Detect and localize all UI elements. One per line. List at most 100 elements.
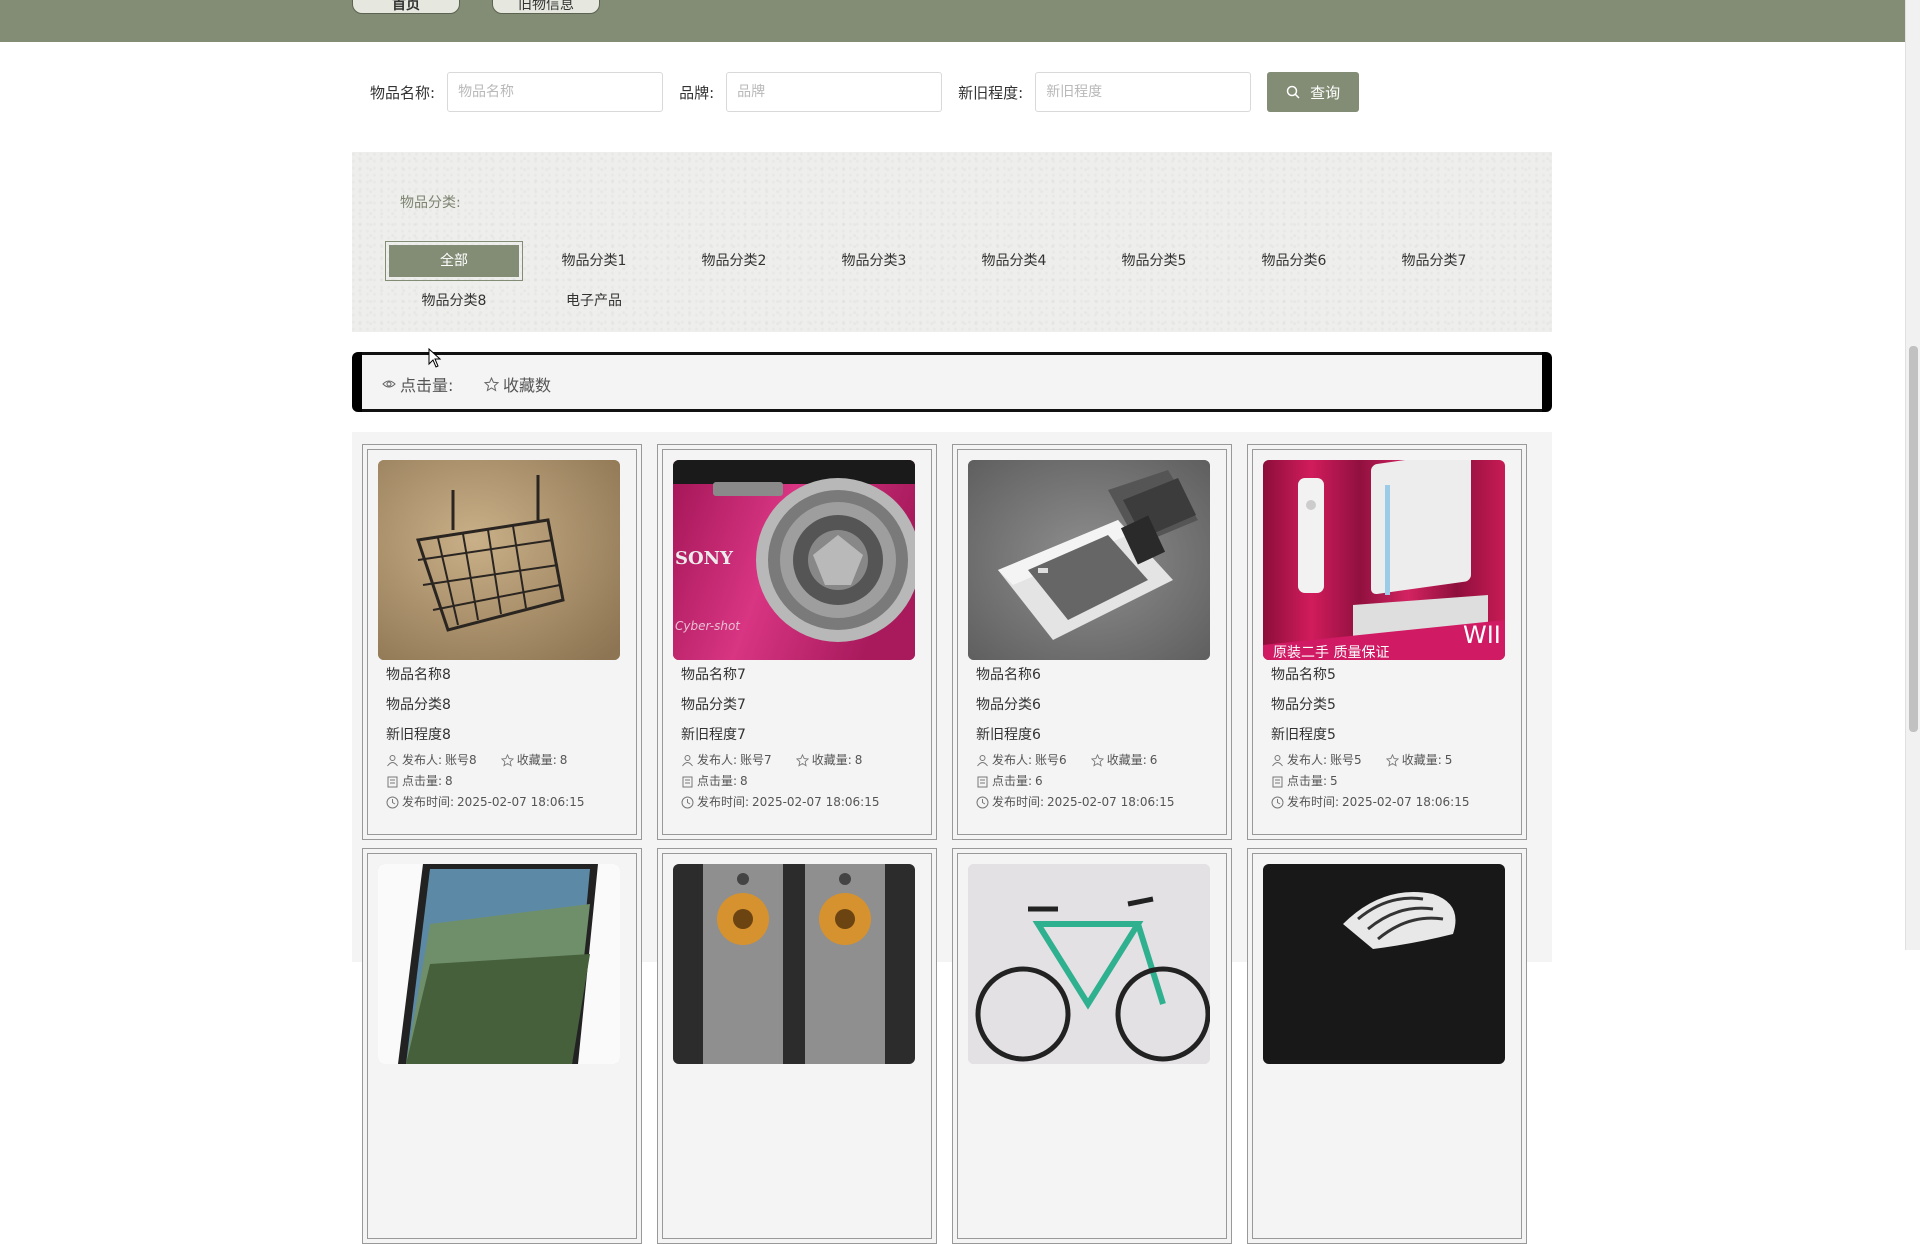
goods-category: 物品分类5 bbox=[1271, 697, 1336, 713]
condition-label: 新旧程度: bbox=[958, 83, 1024, 102]
nav-tab-goods-info[interactable]: 旧物信息 bbox=[492, 0, 600, 14]
goods-image-sneaker bbox=[1263, 864, 1505, 1064]
name-input[interactable] bbox=[447, 72, 664, 112]
top-nav-bar: 首页 旧物信息 bbox=[0, 0, 1905, 42]
user-icon bbox=[977, 755, 988, 767]
publisher-value: 账号8 bbox=[445, 753, 477, 767]
clicks-value: 8 bbox=[740, 774, 748, 788]
favorites-label: 收藏量: bbox=[1401, 753, 1442, 767]
clock-icon bbox=[386, 796, 399, 809]
goods-category: 物品分类8 bbox=[386, 697, 451, 713]
goods-card[interactable] bbox=[952, 848, 1232, 1244]
publish-time-value: 2025-02-07 18:06:15 bbox=[752, 795, 880, 809]
publisher-value: 账号5 bbox=[1330, 753, 1362, 767]
camera-brand-text: SONY bbox=[675, 548, 734, 569]
goods-card[interactable]: 物品名称6 物品分类6 新旧程度6 发布人: 账号6 收藏量: 6 点击量: 6 发布… bbox=[952, 444, 1232, 840]
goods-card[interactable]: SONY Cyber-shot 物品名称7 物品分类7 新旧程度7 发布人: 账号… bbox=[657, 444, 937, 840]
sort-clicks-label: 点击量: bbox=[400, 376, 454, 395]
clipboard-icon bbox=[977, 776, 988, 788]
publisher-label: 发布人: bbox=[992, 753, 1033, 767]
goods-card[interactable] bbox=[362, 848, 642, 1244]
search-button-label: 查询 bbox=[1310, 83, 1341, 102]
clock-icon bbox=[976, 796, 989, 809]
eye-icon bbox=[382, 380, 396, 388]
favorites-value: 6 bbox=[1149, 753, 1158, 767]
goods-image-wire-basket bbox=[378, 460, 620, 660]
camera-model-text: Cyber-shot bbox=[675, 619, 741, 633]
goods-condition: 新旧程度7 bbox=[681, 727, 746, 743]
publisher-value: 账号6 bbox=[1035, 753, 1067, 767]
publish-time-value: 2025-02-07 18:06:15 bbox=[1342, 795, 1470, 809]
name-label: 物品名称: bbox=[370, 83, 436, 102]
category-item-3[interactable]: 物品分类3 bbox=[809, 245, 939, 277]
user-icon bbox=[1272, 755, 1283, 767]
search-bar: 物品名称: 品牌: 新旧程度: 查询 bbox=[370, 72, 1360, 112]
scrollbar-thumb[interactable] bbox=[1909, 346, 1918, 732]
goods-card[interactable]: 物品名称8 物品分类8 新旧程度8 发布人: 账号8 收藏量: 8 点击量: 8 发布… bbox=[362, 444, 642, 840]
goods-category: 物品分类7 bbox=[681, 697, 746, 713]
category-item-1[interactable]: 物品分类1 bbox=[529, 245, 659, 277]
category-panel: 物品分类: 全部 物品分类1 物品分类2 物品分类3 物品分类4 物品分类5 物… bbox=[352, 152, 1552, 332]
goods-condition: 新旧程度6 bbox=[976, 727, 1041, 743]
favorites-value: 8 bbox=[854, 753, 863, 767]
clock-icon bbox=[681, 796, 694, 809]
search-icon bbox=[1286, 85, 1300, 99]
publisher-value: 账号7 bbox=[740, 753, 772, 767]
brand-label: 品牌: bbox=[679, 83, 715, 102]
clipboard-icon bbox=[682, 776, 693, 788]
clicks-label: 点击量: bbox=[1287, 774, 1328, 788]
clicks-label: 点击量: bbox=[697, 774, 738, 788]
category-item-electronics[interactable]: 电子产品 bbox=[529, 285, 659, 317]
favorites-value: 8 bbox=[559, 753, 568, 767]
condition-input[interactable] bbox=[1035, 72, 1252, 112]
goods-card[interactable] bbox=[657, 848, 937, 1244]
favorites-value: 5 bbox=[1444, 753, 1453, 767]
page-scrollbar[interactable] bbox=[1905, 0, 1920, 950]
clipboard-icon bbox=[1272, 776, 1283, 788]
star-icon bbox=[1090, 754, 1104, 767]
goods-image-game-console: 原装二手 质量保证 WII bbox=[1263, 460, 1505, 660]
star-icon bbox=[795, 754, 809, 767]
category-item-all[interactable]: 全部 bbox=[385, 241, 523, 281]
console-slogan-text: 原装二手 质量保证 bbox=[1273, 645, 1389, 660]
clicks-value: 6 bbox=[1035, 774, 1043, 788]
brand-input[interactable] bbox=[726, 72, 943, 112]
favorites-label: 收藏量: bbox=[516, 753, 557, 767]
category-item-2[interactable]: 物品分类2 bbox=[669, 245, 799, 277]
clicks-value: 8 bbox=[445, 774, 453, 788]
search-button[interactable]: 查询 bbox=[1267, 72, 1360, 112]
category-item-6[interactable]: 物品分类6 bbox=[1229, 245, 1359, 277]
clicks-label: 点击量: bbox=[402, 774, 443, 788]
sort-favorites-label: 收藏数 bbox=[503, 376, 552, 395]
star-icon bbox=[500, 754, 514, 767]
category-item-7[interactable]: 物品分类7 bbox=[1369, 245, 1499, 277]
goods-name: 物品名称7 bbox=[681, 667, 746, 683]
sort-by-favorites[interactable]: 收藏数 bbox=[484, 372, 551, 396]
nav-tab-home[interactable]: 首页 bbox=[352, 0, 460, 14]
category-item-8[interactable]: 物品分类8 bbox=[389, 285, 519, 317]
category-title: 物品分类: bbox=[400, 195, 461, 211]
mouse-cursor-icon bbox=[428, 348, 442, 368]
category-item-5[interactable]: 物品分类5 bbox=[1089, 245, 1219, 277]
star-icon bbox=[484, 376, 499, 392]
publish-time-label: 发布时间: bbox=[1287, 795, 1340, 809]
goods-name: 物品名称8 bbox=[386, 667, 451, 683]
goods-image-speakers bbox=[673, 864, 915, 1064]
publish-time-value: 2025-02-07 18:06:15 bbox=[1047, 795, 1175, 809]
publisher-label: 发布人: bbox=[402, 753, 443, 767]
goods-name: 物品名称6 bbox=[976, 667, 1041, 683]
user-icon bbox=[387, 755, 398, 767]
console-brand-text: WII bbox=[1463, 621, 1501, 649]
goods-name: 物品名称5 bbox=[1271, 667, 1336, 683]
favorites-label: 收藏量: bbox=[811, 753, 852, 767]
goods-image-laptop bbox=[378, 864, 620, 1064]
sort-bar: 点击量: 收藏数 bbox=[352, 352, 1552, 412]
user-icon bbox=[682, 755, 693, 767]
category-item-4[interactable]: 物品分类4 bbox=[949, 245, 1079, 277]
goods-card[interactable] bbox=[1247, 848, 1527, 1244]
publisher-label: 发布人: bbox=[697, 753, 738, 767]
goods-card[interactable]: 原装二手 质量保证 WII 物品名称5 物品分类5 新旧程度5 发布人: 账号5 … bbox=[1247, 444, 1527, 840]
goods-condition: 新旧程度5 bbox=[1271, 727, 1336, 743]
sort-by-clicks[interactable]: 点击量: bbox=[382, 372, 453, 396]
publish-time-label: 发布时间: bbox=[402, 795, 455, 809]
